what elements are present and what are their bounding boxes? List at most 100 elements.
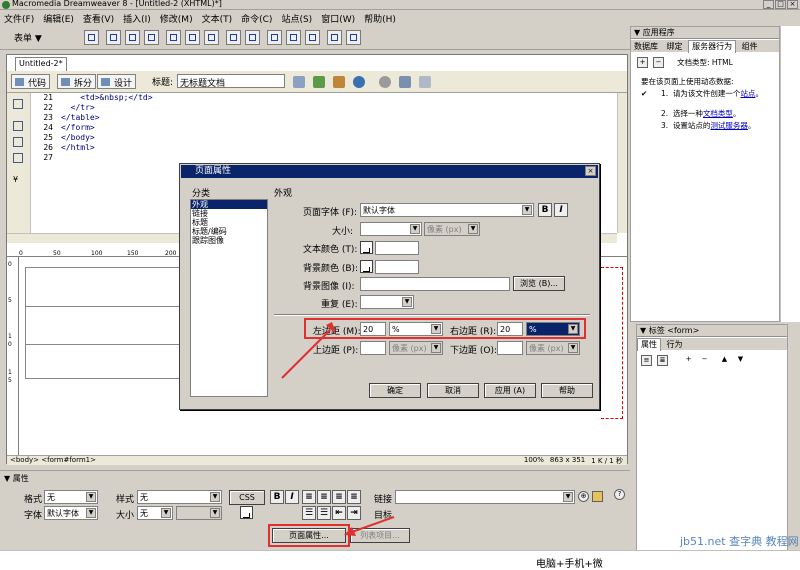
preview-browser-icon[interactable] (353, 76, 365, 88)
collapse-selection-icon[interactable] (13, 137, 23, 147)
indent-icon[interactable]: ⇥ (347, 506, 361, 520)
menu-insert[interactable]: 插入(I) (123, 12, 151, 25)
hidden-field-icon[interactable] (125, 30, 140, 45)
align-center-icon[interactable]: ≡ (317, 490, 331, 504)
help-icon[interactable]: ? (614, 489, 625, 500)
repeat-select[interactable]: ▼ (360, 295, 414, 309)
font-select[interactable]: 默认字体 ▼ (44, 506, 98, 520)
ordered-list-icon[interactable]: ☰ (317, 506, 331, 520)
move-up-icon[interactable]: ▲ (719, 355, 730, 366)
category-list[interactable]: 外观 链接 标题 标题/编码 跟踪图像 (190, 199, 268, 397)
dialog-close-button[interactable]: × (585, 166, 596, 176)
tab-behaviors[interactable]: 行为 (664, 339, 686, 351)
add-icon[interactable]: + (637, 57, 648, 68)
category-headings[interactable]: 标题 (191, 218, 267, 227)
window-size[interactable]: 863 x 351 (550, 456, 585, 466)
visual-aids-icon[interactable] (419, 76, 431, 88)
label-icon[interactable] (327, 30, 342, 45)
top-margin-input[interactable] (360, 341, 386, 355)
tag-selector[interactable]: <body> <form#form1> (10, 456, 96, 464)
fieldset-icon[interactable] (346, 30, 361, 45)
category-title-encoding[interactable]: 标题/编码 (191, 227, 267, 236)
tab-components[interactable]: 组件 (739, 41, 761, 53)
menu-site[interactable]: 站点(S) (281, 12, 312, 25)
text-color-picker[interactable] (240, 506, 253, 519)
apply-button[interactable]: 应用 (A) (484, 383, 536, 398)
menu-file[interactable]: 文件(F) (4, 12, 34, 25)
code-vertical-scrollbar[interactable] (617, 93, 627, 233)
zoom-select[interactable]: 100% (524, 456, 544, 466)
image-field-icon[interactable] (267, 30, 282, 45)
css-button[interactable]: CSS (229, 490, 265, 505)
menu-window[interactable]: 窗口(W) (321, 12, 355, 25)
bold-button[interactable]: B (270, 490, 284, 504)
tab-databases[interactable]: 数据库 (631, 41, 661, 53)
radio-button-icon[interactable] (185, 30, 200, 45)
create-site-link[interactable]: 站点 (740, 89, 755, 98)
design-view-button[interactable]: 设计 (97, 74, 137, 89)
maximize-button[interactable]: □ (775, 0, 786, 9)
tab-server-behaviors[interactable]: 服务器行为 (688, 40, 737, 53)
tab-attributes[interactable]: 属性 (637, 338, 661, 351)
form-icon[interactable] (84, 30, 99, 45)
text-color-input[interactable] (375, 241, 419, 255)
code-view-button[interactable]: 代码 (11, 74, 51, 89)
list-view-icon[interactable]: ≣ (657, 355, 668, 366)
document-tab[interactable]: Untitled-2* (15, 57, 67, 71)
button-icon[interactable] (305, 30, 320, 45)
menu-commands[interactable]: 命令(C) (241, 12, 272, 25)
category-view-icon[interactable]: ≡ (641, 355, 652, 366)
menu-view[interactable]: 查看(V) (83, 12, 114, 25)
bg-color-picker[interactable] (360, 260, 373, 273)
format-select[interactable]: 无 ▼ (44, 490, 98, 504)
file-management-icon[interactable] (333, 76, 345, 88)
view-options-icon[interactable] (399, 76, 411, 88)
bg-image-input[interactable] (360, 277, 510, 291)
unordered-list-icon[interactable]: ☰ (302, 506, 316, 520)
more-tools-icon[interactable]: ¥ (13, 175, 23, 185)
validate-icon[interactable] (313, 76, 325, 88)
open-documents-icon[interactable] (13, 99, 23, 109)
remove-behavior-icon[interactable]: − (699, 355, 710, 366)
page-font-select[interactable]: 默认字体 ▼ (360, 203, 534, 217)
italic-button[interactable]: I (285, 490, 299, 504)
remove-icon[interactable]: − (653, 57, 664, 68)
category-links[interactable]: 链接 (191, 209, 267, 218)
doc-type-link[interactable]: 文档类型 (703, 109, 733, 118)
expand-all-icon[interactable] (13, 153, 23, 163)
testing-server-link[interactable]: 测试服务器 (710, 121, 748, 130)
point-to-file-icon[interactable]: ⊕ (578, 491, 589, 502)
help-button[interactable]: 帮助 (541, 383, 593, 398)
bg-color-input[interactable] (375, 260, 419, 274)
collapse-tag-icon[interactable] (13, 121, 23, 131)
bottom-margin-input[interactable] (497, 341, 523, 355)
minimize-button[interactable]: _ (763, 0, 774, 9)
file-field-icon[interactable] (286, 30, 301, 45)
split-view-button[interactable]: 拆分 (57, 74, 97, 89)
tag-panel-header[interactable]: ▼ 标签 <form> (637, 325, 787, 337)
align-right-icon[interactable]: ≡ (332, 490, 346, 504)
menu-text[interactable]: 文本(T) (202, 12, 233, 25)
design-table[interactable] (25, 267, 195, 379)
size-select[interactable]: 无 ▼ (137, 506, 173, 520)
tab-bindings[interactable]: 绑定 (664, 41, 686, 53)
jump-menu-icon[interactable] (245, 30, 260, 45)
folder-icon[interactable] (592, 491, 603, 502)
move-down-icon[interactable]: ▼ (735, 355, 746, 366)
close-button[interactable]: × (787, 0, 798, 9)
justify-icon[interactable]: ≡ (347, 490, 361, 504)
browse-button[interactable]: 浏览 (B)... (513, 276, 565, 291)
menu-edit[interactable]: 编辑(E) (43, 12, 74, 25)
properties-header[interactable]: ▼ 属性 (4, 473, 29, 484)
link-input[interactable]: ▼ (395, 490, 575, 504)
refresh-icon[interactable] (379, 76, 391, 88)
italic-button[interactable]: I (554, 203, 568, 217)
add-behavior-icon[interactable]: + (683, 355, 694, 366)
insert-category-dropdown[interactable]: 表单 ▼ (14, 31, 42, 44)
radio-group-icon[interactable] (204, 30, 219, 45)
style-select[interactable]: 无 ▼ (137, 490, 222, 504)
align-left-icon[interactable]: ≡ (302, 490, 316, 504)
bold-button[interactable]: B (538, 203, 552, 217)
category-tracing-image[interactable]: 跟踪图像 (191, 236, 267, 245)
size-select[interactable]: ▼ (360, 222, 422, 236)
